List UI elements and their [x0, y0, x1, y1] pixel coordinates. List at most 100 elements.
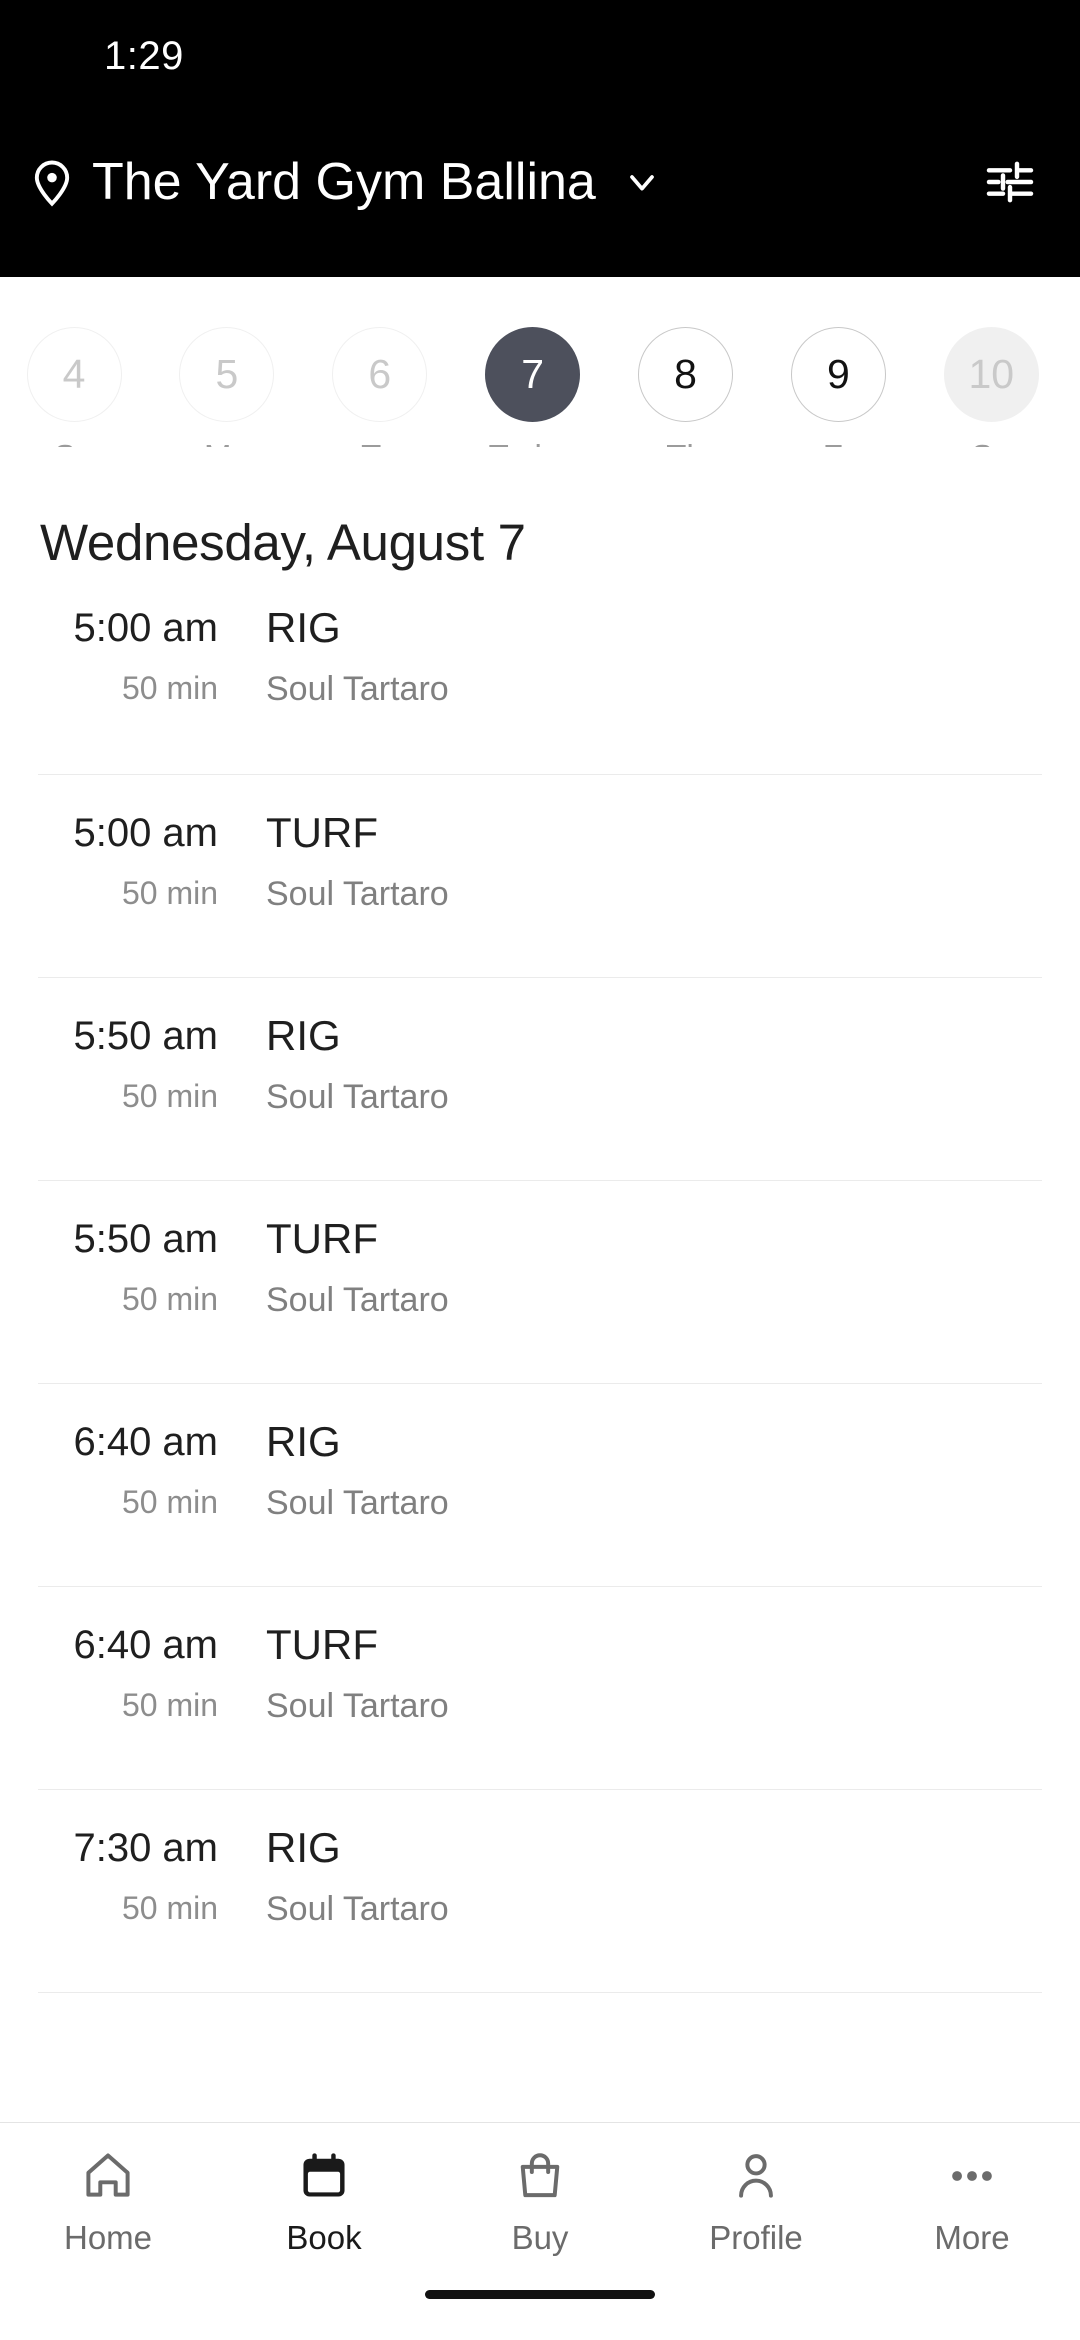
class-row[interactable]: 6:40 am 50 min TURF Soul Tartaro [38, 1587, 1042, 1790]
date-pill-4[interactable]: 4 Su [22, 327, 126, 447]
date-pill-8[interactable]: 8 Th [634, 327, 738, 447]
nav-item-label: More [934, 2219, 1010, 2256]
class-start-time: 5:00 am [73, 811, 218, 855]
schedule-date-heading: Wednesday, August 7 [40, 514, 526, 571]
status-bar: 1:29 [0, 0, 1080, 112]
class-instructor: Soul Tartaro [266, 1890, 449, 1929]
class-time-column: 5:00 am 50 min [38, 811, 218, 912]
class-start-time: 6:40 am [73, 1420, 218, 1464]
class-duration: 50 min [121, 1281, 218, 1317]
class-info-column: RIG Soul Tartaro [218, 1012, 1042, 1117]
date-selector-strip[interactable]: 4 Su 5 Mo 6 Tu 7 Today 8 Th 9 Fr 10 Sa [0, 277, 1080, 447]
class-duration: 50 min [121, 1078, 218, 1114]
class-name: TURF [266, 809, 378, 856]
date-pill-circle[interactable]: 8 [638, 327, 733, 422]
class-duration: 50 min [121, 1890, 218, 1926]
class-time-column: 5:50 am 50 min [38, 1014, 218, 1115]
class-start-time: 5:50 am [73, 1217, 218, 1261]
date-pill-circle[interactable]: 4 [26, 327, 122, 422]
class-info-column: TURF Soul Tartaro [218, 1621, 1042, 1726]
nav-item-label: Book [286, 2219, 362, 2256]
class-start-time: 5:00 am [73, 606, 218, 650]
class-info-column: RIG Soul Tartaro [218, 1418, 1042, 1523]
date-pill-circle[interactable]: 6 [332, 327, 428, 422]
class-instructor: Soul Tartaro [266, 1687, 449, 1726]
nav-item-label: Profile [709, 2219, 803, 2256]
app-bar: The Yard Gym Ballina [0, 112, 1080, 252]
bag-icon [512, 2145, 568, 2207]
date-pill-6[interactable]: 6 Tu [328, 327, 432, 447]
date-pill-circle[interactable]: 5 [179, 327, 275, 422]
map-pin-icon [26, 156, 78, 208]
class-duration: 50 min [121, 670, 218, 706]
nav-item-more[interactable]: More [864, 2145, 1080, 2257]
class-name: RIG [266, 1418, 341, 1465]
class-duration: 50 min [121, 875, 218, 911]
date-pill-weekday-label: Mo [204, 438, 250, 447]
class-row[interactable]: 5:50 am 50 min RIG Soul Tartaro [38, 978, 1042, 1181]
filter-button[interactable] [974, 146, 1046, 218]
class-start-time: 6:40 am [73, 1623, 218, 1667]
date-pill-weekday-label: Th [666, 438, 705, 447]
class-name: RIG [266, 604, 341, 651]
venue-name: The Yard Gym Ballina [92, 153, 596, 211]
class-name: TURF [266, 1215, 378, 1262]
nav-item-book[interactable]: Book [216, 2145, 432, 2257]
class-time-column: 7:30 am 50 min [38, 1826, 218, 1927]
class-instructor: Soul Tartaro [266, 1281, 449, 1320]
class-info-column: TURF Soul Tartaro [218, 809, 1042, 914]
class-list: 5:00 am 50 min RIG Soul Tartaro 5:00 am 50 mi… [0, 572, 1080, 2122]
class-info-column: RIG Soul Tartaro [218, 1824, 1042, 1929]
class-start-time: 5:50 am [73, 1014, 218, 1058]
date-pill-7[interactable]: 7 Today [481, 327, 585, 447]
class-row[interactable]: 7:30 am 50 min RIG Soul Tartaro [38, 1790, 1042, 1993]
app-screen: 1:29 The Yard Gym Ballina 4 5 6 7 8 9 10… [0, 0, 1080, 2340]
class-info-column: TURF Soul Tartaro [218, 1215, 1042, 1320]
nav-item-home[interactable]: Home [0, 2145, 216, 2257]
home-indicator-area [0, 2290, 1080, 2340]
nav-item-profile[interactable]: Profile [648, 2145, 864, 2257]
person-icon [728, 2145, 784, 2207]
class-row[interactable]: 5:50 am 50 min TURF Soul Tartaro [38, 1181, 1042, 1384]
date-pill-weekday-label: Fr [823, 438, 854, 447]
class-time-column: 5:50 am 50 min [38, 1217, 218, 1318]
date-pill-5[interactable]: 5 Mo [175, 327, 279, 447]
date-pill-weekday-label: Sa [971, 438, 1011, 447]
filter-sliders-icon [982, 154, 1038, 210]
class-duration: 50 min [121, 1687, 218, 1723]
class-instructor: Soul Tartaro [266, 875, 449, 914]
date-pill-weekday-label: Tu [361, 438, 398, 447]
date-pill-weekday-label: Today [489, 438, 577, 447]
nav-item-label: Home [63, 2219, 153, 2256]
nav-item-buy[interactable]: Buy [432, 2145, 648, 2257]
class-row[interactable]: 5:00 am 50 min TURF Soul Tartaro [38, 775, 1042, 978]
date-pill-circle[interactable]: 10 [943, 327, 1039, 422]
class-time-column: 6:40 am 50 min [38, 1623, 218, 1724]
class-time-column: 6:40 am 50 min [38, 1420, 218, 1521]
home-indicator [425, 2290, 655, 2299]
date-pill-10[interactable]: 10 Sa [939, 327, 1043, 447]
class-time-column: 5:00 am 50 min [38, 606, 218, 707]
bottom-navigation[interactable]: Home Book Buy Profile More [0, 2122, 1080, 2290]
top-black-area: 1:29 The Yard Gym Ballina [0, 0, 1080, 277]
class-duration: 50 min [121, 1484, 218, 1520]
class-instructor: Soul Tartaro [266, 1078, 449, 1117]
class-row[interactable]: 6:40 am 50 min RIG Soul Tartaro [38, 1384, 1042, 1587]
date-pill-circle[interactable]: 9 [790, 327, 886, 422]
class-name: RIG [266, 1012, 341, 1059]
status-bar-clock: 1:29 [104, 33, 184, 78]
class-start-time: 7:30 am [73, 1826, 218, 1870]
class-row[interactable]: 5:00 am 50 min RIG Soul Tartaro [38, 572, 1042, 775]
date-pill-9[interactable]: 9 Fr [786, 327, 890, 447]
chevron-down-icon[interactable] [622, 162, 662, 202]
class-info-column: RIG Soul Tartaro [218, 604, 1042, 709]
ellipsis-icon [944, 2145, 1000, 2207]
date-pill-circle[interactable]: 7 [485, 327, 581, 422]
location-selector[interactable]: The Yard Gym Ballina [26, 152, 974, 212]
class-instructor: Soul Tartaro [266, 1484, 449, 1523]
class-name: TURF [266, 1621, 378, 1668]
nav-item-label: Buy [511, 2219, 569, 2256]
class-name: RIG [266, 1824, 341, 1871]
class-instructor: Soul Tartaro [266, 670, 449, 709]
date-pill-weekday-label: Su [54, 438, 94, 447]
